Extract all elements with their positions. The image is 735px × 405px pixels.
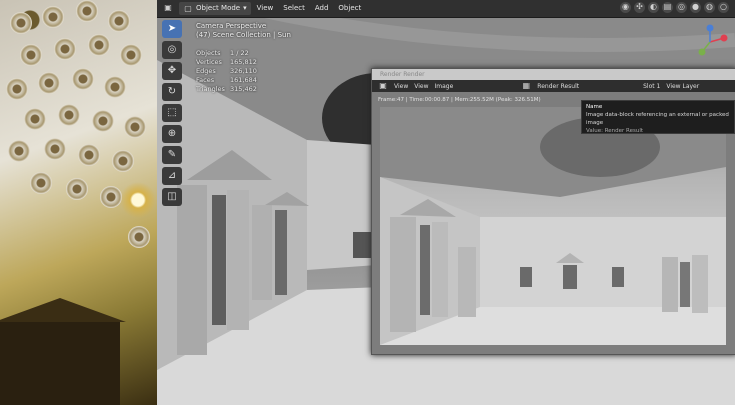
stat-value: 165,812 [230,58,257,66]
visibility-icon[interactable]: ◉ [620,2,631,13]
scene-statistics: Objects 1 / 22 Vertices 165,812 Edges 326,1… [196,49,257,94]
tooltip: Name Image data-block referencing an ext… [581,100,735,134]
chevron-down-icon: ▾ [243,4,247,12]
menu-add[interactable]: Add [311,2,333,15]
solid-shading-icon[interactable]: ● [690,2,701,13]
image-name-field[interactable]: Render Result [537,83,579,90]
slot-dropdown[interactable]: Slot 1 [643,83,660,90]
stat-label: Triangles [196,85,225,93]
stat-label: Vertices [196,58,222,66]
stat-label: Edges [196,67,216,75]
menu-view[interactable]: View [414,83,428,90]
stat-value: 161,684 [230,76,257,84]
ceiling-coffer [104,76,126,98]
stat-value: 315,462 [230,85,257,93]
measure-tool-icon[interactable]: ⊿ [162,167,182,185]
ceiling-coffer [44,138,66,160]
mode-dropdown[interactable]: ▢ Object Mode ▾ [179,2,251,15]
ceiling-coffer [54,38,76,60]
ceiling-coffer [24,108,46,130]
rendered-shading-icon[interactable]: ○ [718,2,729,13]
ceiling-coffer [10,12,32,34]
cube-icon: ▣ [164,3,172,12]
menu-view[interactable]: View [253,2,278,15]
object-mode-icon: ▢ [184,3,192,13]
xray-icon[interactable]: ▤ [662,2,673,13]
image-editor-icon[interactable]: ▣ [378,81,388,91]
viewport-header: ▣ ▢ Object Mode ▾ View Select Add Object… [157,0,735,18]
image-editor-header: ▣ View View Image ▦ Render Result Slot 1… [372,80,735,92]
ceiling-coffer [58,104,80,126]
wireframe-icon[interactable]: ◎ [676,2,687,13]
menu-select[interactable]: Select [279,2,309,15]
ceiling-coffer [6,78,28,100]
tooltip-description: Image data-block referencing an external… [586,112,729,126]
doorway [212,195,226,325]
viewport-shading-controls: ◉ ✣ ◐ ▤ ◎ ● ◍ ○ [620,2,729,13]
transform-tool-icon[interactable]: ⊕ [162,125,182,143]
tool-shelf: ➤ ◎ ✥ ↻ ⬚ ⊕ ✎ ⊿ ◫ [162,20,184,206]
view-layer-dropdown[interactable]: View Layer [666,83,699,90]
image-browse-icon[interactable]: ▦ [521,81,531,91]
ceiling-coffer [42,6,64,28]
ceiling-coffer [112,150,134,172]
scale-tool-icon[interactable]: ⬚ [162,104,182,122]
rotate-tool-icon[interactable]: ↻ [162,83,182,101]
add-cube-tool-icon[interactable]: ◫ [162,188,182,206]
mode-label: Object Mode [196,4,241,12]
view-dropdown[interactable]: View [394,83,408,90]
render-result-image [380,107,726,345]
ceiling-coffer [128,226,150,248]
ceiling-coffer [8,140,30,162]
ceiling-coffer [66,178,88,200]
render-scene [380,107,726,345]
material-preview-icon[interactable]: ◍ [704,2,715,13]
column [227,190,249,330]
ceiling-coffer [124,116,146,138]
column [177,185,207,355]
view-name: Camera Perspective [196,22,267,30]
stat-label: Objects [196,49,221,57]
select-tool-icon[interactable]: ➤ [162,20,182,38]
stat-value: 1 / 22 [230,49,249,57]
navigation-gizmo[interactable] [690,22,730,62]
cursor-tool-icon[interactable]: ◎ [162,41,182,59]
window [353,232,371,258]
ceiling-coffer [88,34,110,56]
stat-label: Faces [196,76,215,84]
editor-type-button[interactable]: ▣ [159,2,177,15]
overlay-icon[interactable]: ◐ [648,2,659,13]
ceiling-coffer [76,0,98,22]
ceiling-coffer [78,144,100,166]
gizmo-toggle-icon[interactable]: ✣ [634,2,645,13]
tooltip-value: Value: Render Result [586,128,644,134]
render-window-title: Render Render [372,69,735,80]
z-axis-handle [706,24,714,32]
tooltip-title: Name [586,104,603,110]
render-frame-info: Frame:47 | Time:00:00.87 | Mem:255.52M (… [378,97,541,103]
ceiling-coffer [20,44,42,66]
menu-image[interactable]: Image [435,83,454,90]
reference-photo [0,0,157,405]
door-pediment [0,298,126,405]
annotate-tool-icon[interactable]: ✎ [162,146,182,164]
ceiling-coffer [38,72,60,94]
doorway [275,210,287,295]
y-axis-handle [698,48,706,56]
scene-info: (47) Scene Collection | Sun [196,31,291,39]
menu-object[interactable]: Object [334,2,365,15]
x-axis-handle [720,34,728,42]
stat-value: 326,110 [230,67,257,75]
ceiling-coffer [72,68,94,90]
chandelier [118,180,157,220]
column [252,205,272,300]
ceiling-coffer [92,110,114,132]
move-tool-icon[interactable]: ✥ [162,62,182,80]
ceiling-coffer [108,10,130,32]
ceiling-coffer [30,172,52,194]
ceiling-coffer [120,44,142,66]
viewport-info: Camera Perspective (47) Scene Collection… [196,22,291,40]
